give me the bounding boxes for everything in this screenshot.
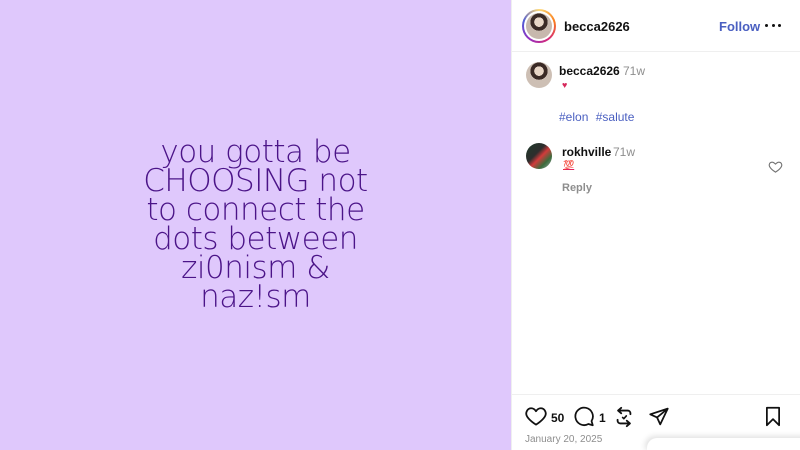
comment-count[interactable]: 1 — [599, 411, 606, 425]
bookmark-icon[interactable] — [764, 406, 782, 427]
header-avatar-image — [526, 13, 552, 39]
post-date[interactable]: January 20, 2025 — [525, 434, 602, 445]
caption-heart-emoji: ♥ — [562, 80, 568, 90]
header-avatar[interactable] — [522, 9, 556, 43]
caption-username[interactable]: becca2626 — [559, 64, 620, 78]
comment-like-heart-icon[interactable] — [768, 159, 783, 174]
repost-icon[interactable] — [613, 406, 635, 428]
reply-button[interactable]: Reply — [562, 182, 592, 194]
bottom-overlay-edge — [647, 438, 800, 450]
comment-timestamp[interactable]: 71w — [613, 145, 635, 159]
like-count[interactable]: 50 — [551, 411, 564, 425]
caption-avatar[interactable] — [526, 62, 552, 88]
post-header: becca2626 Follow — [512, 0, 800, 52]
hashtag-link[interactable]: #elon — [559, 110, 588, 124]
post-media[interactable]: you gotta be CHOOSING not to connect the… — [0, 0, 511, 450]
header-username[interactable]: becca2626 — [564, 19, 630, 34]
post-side-panel: becca2626 Follow becca2626 71w ♥ #elon #… — [511, 0, 800, 450]
comment-avatar[interactable] — [526, 143, 552, 169]
follow-button[interactable]: Follow — [719, 19, 760, 34]
like-heart-icon[interactable] — [525, 406, 547, 426]
post-media-text: you gotta be CHOOSING not to connect the… — [143, 134, 368, 315]
caption-timestamp[interactable]: 71w — [623, 64, 645, 78]
hashtag-link[interactable]: #salute — [596, 110, 635, 124]
comment-text: 💯 — [563, 160, 575, 170]
comment-username[interactable]: rokhville — [562, 145, 611, 159]
more-horizontal-icon[interactable] — [765, 14, 781, 36]
caption-hashtags: #elon #salute — [559, 110, 638, 124]
comment-bubble-icon[interactable] — [573, 406, 595, 427]
share-paper-plane-icon[interactable] — [648, 406, 670, 427]
